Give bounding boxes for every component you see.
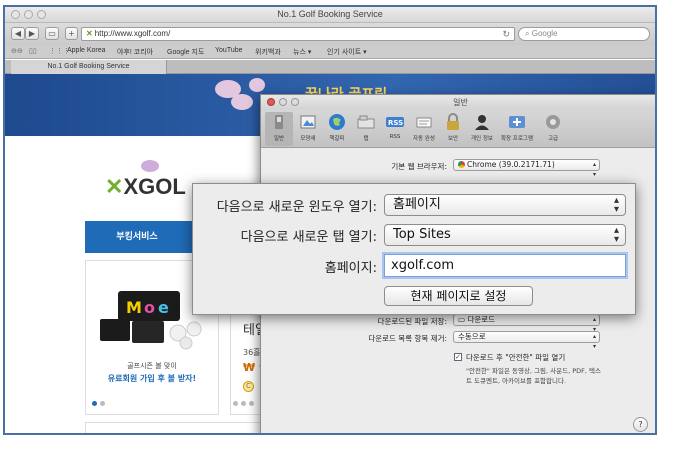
bookmark-apple-korea[interactable]: Apple Korea (67, 47, 106, 54)
bookmark-wikipedia[interactable]: 위키백과 (255, 47, 281, 57)
blossom-decoration (231, 94, 253, 110)
booking-service-tab[interactable]: 부킹서비스 (85, 221, 189, 253)
search-placeholder: Google (531, 29, 558, 38)
tab-bar: No.1 Golf Booking Service (5, 60, 655, 74)
safe-files-label: 다운로드 후 "안전한" 파일 열기 (466, 353, 566, 362)
rss-icon: RSS (386, 117, 404, 127)
carousel-dot[interactable] (233, 401, 238, 406)
extensions-icon (509, 116, 525, 128)
tab-security[interactable]: 보안 (439, 112, 467, 146)
svg-text:e: e (158, 298, 169, 317)
gear-icon (546, 115, 560, 129)
window-title: No.1 Golf Booking Service (277, 9, 383, 19)
download-location-label: 다운로드된 파일 저장: (377, 317, 447, 326)
carousel-dot[interactable] (241, 401, 246, 406)
search-input[interactable]: ⌕ Google (518, 27, 650, 41)
default-browser-label: 기본 웹 브라우저: (391, 162, 447, 171)
carousel-dot[interactable] (249, 401, 254, 406)
tab-bookmarks[interactable]: 책갈피 (323, 112, 351, 146)
svg-text:o: o (144, 298, 155, 317)
deal-holes: 36홀 (243, 348, 261, 357)
tab-extensions[interactable]: 확장 프로그램 (497, 112, 537, 146)
url-text: http://www.xgolf.com/ (94, 29, 171, 38)
preferences-title: 일반 (453, 98, 468, 107)
new-window-label: 다음으로 새로운 윈도우 열기: (216, 200, 377, 215)
blossom-decoration (249, 78, 265, 92)
forward-button[interactable]: ▶ (25, 27, 39, 40)
back-button[interactable]: ◀ (11, 27, 25, 40)
lock-icon (447, 113, 459, 130)
screenshot-frame: No.1 Golf Booking Service ◀ ▶ ▭ + ✕ http:… (3, 5, 657, 435)
preferences-toolbar: 일반 모양새 책갈피 탭 RSS RSS 자동 완성 보안 개인 정보 확장 프… (261, 110, 655, 148)
safe-files-note: "안전한" 파일은 동영상, 그림, 사운드, PDF, 텍스 (466, 367, 601, 375)
homepage-input[interactable]: xgolf.com (384, 254, 626, 277)
browser-titlebar: No.1 Golf Booking Service (5, 7, 655, 23)
tab-general[interactable]: 일반 (265, 112, 293, 146)
tab-rss[interactable]: RSS RSS (381, 112, 409, 146)
tab-xgolf[interactable]: No.1 Golf Booking Service (11, 60, 167, 74)
download-remove-select[interactable]: 수동으로 ▴ ▾ (453, 331, 600, 350)
download-location-select[interactable]: ▭ 다운로드 ▴ ▾ (453, 314, 600, 333)
bookmarks-bar: ⊖⊖ ▯▯ ⋮⋮⋮ Apple Korea 야후! 코리아 Google 지도 … (5, 45, 655, 59)
promo-text: 골프시즌 볼 맞이 (127, 362, 177, 370)
add-bookmark-button[interactable]: + (65, 27, 78, 40)
coin-icon: C (243, 381, 254, 392)
logo-text: XGOL (123, 174, 186, 199)
autofill-icon (416, 117, 432, 128)
golfball-package-icon: M o e (100, 291, 202, 350)
search-icon: ⌕ (525, 29, 530, 38)
carousel-dot-active[interactable] (92, 401, 97, 406)
bookmarks-icon[interactable]: ▯▯ (29, 47, 37, 55)
chevron-updown-icon: ▴ ▾ (613, 225, 619, 245)
chevron-updown-icon: ▴ ▾ (592, 161, 596, 178)
homepage-label: 홈페이지: (324, 261, 377, 276)
svg-text:M: M (126, 298, 142, 317)
logo-x-mark: ✕ (105, 174, 124, 199)
bookmark-yahoo-korea[interactable]: 야후! 코리아 (117, 47, 153, 57)
tab-advanced[interactable]: 고급 (539, 112, 567, 146)
tab-tabs[interactable]: 탭 (352, 112, 380, 146)
new-tab-select[interactable]: Top Sites ▴ ▾ (384, 224, 626, 246)
new-window-select[interactable]: 홈페이지 ▴ ▾ (384, 194, 626, 216)
bookmark-youtube[interactable]: YouTube (215, 47, 243, 54)
tab-privacy[interactable]: 개인 정보 (468, 112, 496, 146)
reader-icon[interactable]: ▭ (45, 27, 59, 40)
globe-icon (329, 114, 345, 130)
preferences-titlebar: 일반 (261, 95, 655, 110)
set-current-page-button[interactable]: 현재 페이지로 설정 (384, 286, 533, 306)
safe-files-note: 트 도큐멘트, 아카이브를 포함합니다. (466, 377, 567, 385)
download-remove-label: 다운로드 목록 항목 제거: (368, 334, 447, 343)
xgolf-logo[interactable]: ✕XGOL (105, 174, 186, 200)
browser-toolbar: ◀ ▶ ▭ + ✕ http://www.xgolf.com/ ↻ ⌕ Googl… (5, 23, 655, 45)
promo-highlight: 유료회원 가입 후 볼 받자! (107, 374, 197, 383)
default-browser-select[interactable]: Chrome (39.0.2171.71) ▴ ▾ (453, 159, 600, 178)
bookmark-google-maps[interactable]: Google 지도 (167, 47, 204, 57)
person-silhouette-icon (475, 115, 489, 130)
chrome-icon (458, 161, 465, 168)
appearance-icon (300, 115, 316, 129)
reload-icon[interactable]: ↻ (502, 28, 510, 40)
chevron-updown-icon: ▴ ▾ (613, 195, 619, 215)
switch-icon (275, 115, 283, 129)
bookmark-popular-sites[interactable]: 인기 사이트 ▾ (327, 47, 367, 57)
tab-appearance[interactable]: 모양새 (294, 112, 322, 146)
bookmark-news[interactable]: 뉴스 ▾ (293, 47, 311, 57)
tab-autofill[interactable]: 자동 완성 (410, 112, 438, 146)
site-favicon-icon: ✕ (86, 29, 93, 38)
chevron-updown-icon: ▴ ▾ (592, 333, 596, 350)
carousel-dot[interactable] (100, 401, 105, 406)
reading-list-icon[interactable]: ⊖⊖ (11, 47, 23, 55)
new-tab-label: 다음으로 새로운 탭 열기: (240, 230, 377, 245)
folder-icon: ▭ (458, 315, 466, 324)
url-field[interactable]: ✕ http://www.xgolf.com/ ↻ (81, 27, 515, 41)
zoom-callout: 다음으로 새로운 윈도우 열기: 홈페이지 ▴ ▾ 다음으로 새로운 탭 열기: … (192, 183, 636, 315)
help-button[interactable]: ? (633, 417, 648, 432)
tabs-icon (357, 115, 375, 129)
svg-text:RSS: RSS (388, 119, 403, 127)
safe-files-checkbox[interactable]: ✓ (454, 353, 462, 361)
flower-decoration (141, 160, 159, 172)
